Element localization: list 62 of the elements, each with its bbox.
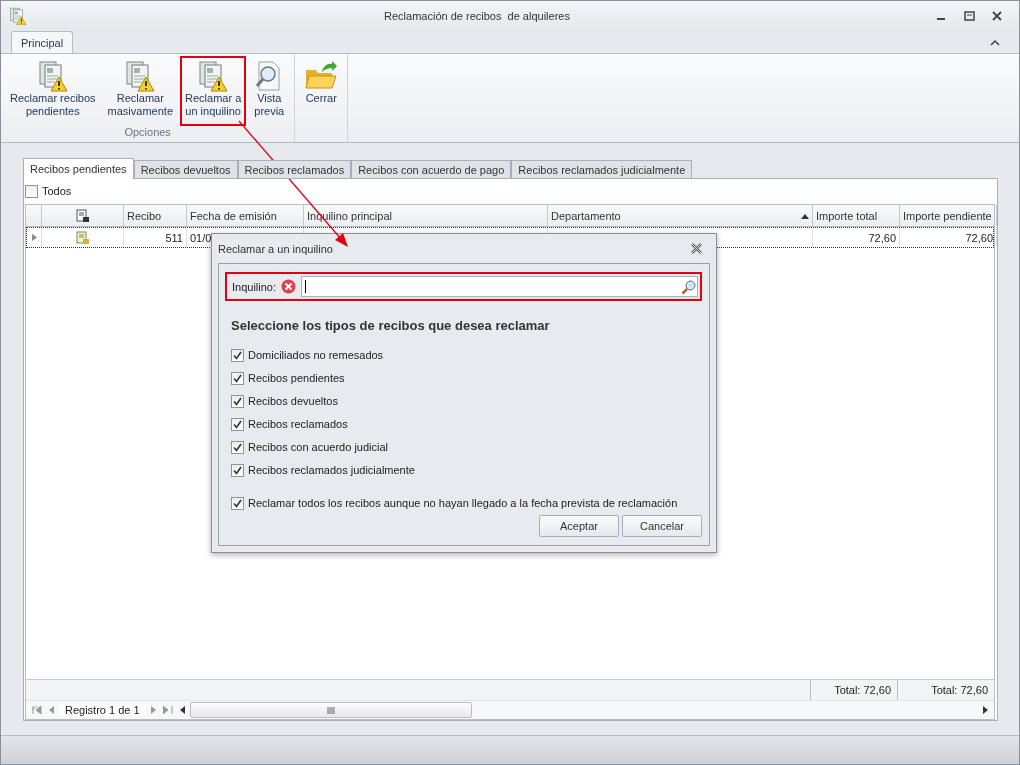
section-heading: Seleccione los tipos de recibos que desea reclamar <box>231 318 551 333</box>
receipt-icon <box>75 208 90 223</box>
column-header[interactable]: Importe pendiente <box>900 205 997 226</box>
record-counter: Registro 1 de 1 <box>59 704 146 716</box>
document-warning-icon <box>9 7 27 25</box>
table-cell: 72,60 <box>900 228 997 247</box>
tab[interactable]: Recibos reclamados judicialmente <box>511 160 693 179</box>
checkbox[interactable] <box>231 348 244 362</box>
checkbox[interactable] <box>25 184 38 198</box>
checkbox[interactable] <box>231 394 244 408</box>
document-warning-icon <box>36 60 69 92</box>
tenant-input-field[interactable] <box>301 276 698 297</box>
checkbox-label: Recibos pendientes <box>248 372 345 384</box>
restore-icon[interactable] <box>963 11 975 21</box>
column-header[interactable]: Fecha de emisión <box>187 205 304 226</box>
ribbon-button[interactable]: Reclamar recibos pendientes <box>5 56 101 126</box>
first-record-icon[interactable] <box>30 706 44 714</box>
checkbox[interactable] <box>231 440 244 454</box>
checkbox-label: Recibos devueltos <box>248 395 338 407</box>
tab[interactable]: Recibos pendientes <box>23 158 134 179</box>
document-warning-icon <box>124 60 157 92</box>
receipt-icon <box>75 230 90 245</box>
scrollbar-thumb[interactable] <box>189 702 472 718</box>
column-header[interactable]: Recibo <box>124 205 187 226</box>
tab[interactable]: Recibos con acuerdo de pago <box>351 160 512 179</box>
window-title: Reclamación de recibos de alquileres <box>383 10 571 22</box>
checkbox-label: Domiciliados no remesados <box>248 349 384 361</box>
column-header[interactable]: Departamento <box>548 205 813 226</box>
checkbox-label: Todos <box>42 185 72 197</box>
ribbon-button[interactable]: Cerrar <box>299 56 344 126</box>
checkbox-label: Recibos con acuerdo judicial <box>248 441 389 453</box>
close-icon[interactable] <box>992 11 1002 21</box>
dialog-button[interactable]: Cancelar <box>622 515 702 537</box>
scroll-right-icon[interactable] <box>981 706 990 714</box>
close-icon[interactable] <box>690 243 702 254</box>
checkbox-label: Recibos reclamados <box>248 418 348 430</box>
field-label: Inquilino: <box>232 280 277 293</box>
search-icon[interactable] <box>681 278 697 295</box>
clear-icon[interactable] <box>281 279 297 294</box>
next-record-icon[interactable] <box>148 706 158 714</box>
checkbox[interactable] <box>231 463 244 477</box>
ribbon-button[interactable]: Reclamar a un inquilino <box>180 56 247 126</box>
table-cell: 511 <box>124 228 187 247</box>
checkbox-label: Recibos reclamados judicialmente <box>248 464 415 476</box>
ribbon-button[interactable]: Reclamar masivamente <box>102 56 178 126</box>
row-indicator-icon <box>31 234 37 241</box>
tab[interactable]: Recibos devueltos <box>133 160 238 179</box>
folder-arrow-icon <box>304 60 339 92</box>
ribbon-button[interactable]: Vista previa <box>248 56 291 126</box>
checkbox[interactable] <box>231 371 244 385</box>
checkbox[interactable] <box>231 496 244 510</box>
column-header[interactable]: Importe total <box>813 205 900 226</box>
checkbox-label: Reclamar todos los recibos aunque no hayan llegado a la fecha prevista de reclamación <box>248 497 678 509</box>
table-cell: 72,60 <box>813 228 900 247</box>
checkbox[interactable] <box>231 417 244 431</box>
document-warning-icon <box>197 60 230 92</box>
collapse-icon[interactable] <box>990 39 1000 47</box>
tab[interactable]: Recibos reclamados <box>237 160 352 179</box>
previous-record-icon[interactable] <box>47 706 56 714</box>
group-label: Opciones <box>123 126 172 140</box>
dialog-button[interactable]: Aceptar <box>539 515 619 537</box>
ribbon-tab[interactable]: Principal <box>11 31 74 53</box>
